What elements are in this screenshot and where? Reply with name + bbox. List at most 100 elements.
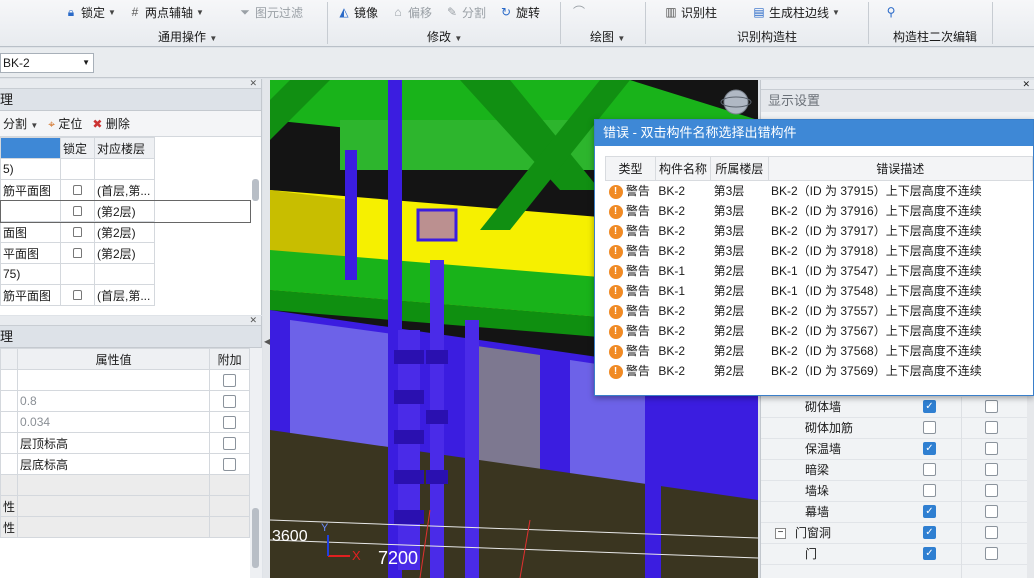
property-scrollbar[interactable]	[250, 348, 262, 578]
property-extra-cell[interactable]	[209, 432, 250, 454]
error-row[interactable]: ! 警告 BK-2 第3层 BK-2（ID 为 37918）上下层高度不连续	[606, 241, 1033, 261]
error-component-name[interactable]: BK-2	[655, 241, 710, 261]
split-menu[interactable]: 分割 ▼	[3, 115, 38, 132]
layer-lock-cell[interactable]	[60, 284, 95, 306]
property-row[interactable]: 层顶标高	[0, 432, 250, 454]
error-component-name[interactable]: BK-2	[655, 221, 710, 241]
layer-row[interactable]: 筋平面图 (首层,第...	[0, 179, 250, 201]
generate-edge-button[interactable]: ▤ 生成柱边线 ▼	[752, 3, 840, 21]
extra-checkbox[interactable]	[223, 374, 237, 388]
column-header-value[interactable]: 属性值	[17, 348, 211, 370]
show-checkbox[interactable]: ✓	[923, 547, 936, 560]
error-row[interactable]: ! 警告 BK-2 第2层 BK-2（ID 为 37567）上下层高度不连续	[606, 321, 1033, 341]
property-row[interactable]: 性	[0, 495, 250, 517]
offset-button[interactable]: ⌂ 偏移	[391, 3, 432, 21]
display-tree-item[interactable]: 门 ✓	[761, 544, 1034, 565]
rotate-button[interactable]: ↻ 旋转	[499, 3, 540, 21]
property-value[interactable]: 0.034	[17, 411, 211, 433]
show-checkbox[interactable]	[923, 463, 936, 476]
extra-checkbox[interactable]	[223, 437, 237, 451]
show-checkbox[interactable]: ✓	[923, 442, 936, 455]
layer-lock-cell[interactable]	[60, 158, 95, 180]
show-checkbox[interactable]: ✓	[923, 526, 936, 539]
display-tree-item[interactable]: 暗梁	[761, 460, 1034, 481]
error-row[interactable]: ! 警告 BK-2 第3层 BK-2（ID 为 37915）上下层高度不连续	[606, 181, 1033, 201]
property-row[interactable]: 性	[0, 516, 250, 538]
column-header-extra[interactable]: 附加	[209, 348, 250, 370]
display-scrollbar[interactable]	[1027, 380, 1034, 578]
panel-close[interactable]: ✕	[0, 79, 261, 89]
extra-checkbox[interactable]	[223, 416, 237, 430]
error-row[interactable]: ! 警告 BK-2 第2层 BK-2（ID 为 37557）上下层高度不连续	[606, 301, 1033, 321]
split-button[interactable]: ✎ 分割	[445, 3, 486, 21]
property-extra-cell[interactable]	[209, 369, 250, 391]
error-row[interactable]: ! 警告 BK-2 第2层 BK-2（ID 为 37568）上下层高度不连续	[606, 341, 1033, 361]
property-row[interactable]	[0, 369, 250, 391]
name-checkbox[interactable]	[985, 442, 998, 455]
show-checkbox[interactable]	[923, 421, 936, 434]
layer-row[interactable]: 75)	[0, 263, 250, 285]
layer-scrollbar[interactable]	[250, 139, 262, 315]
property-row[interactable]: 0.034	[0, 411, 250, 433]
property-value[interactable]	[17, 369, 211, 391]
locate-button[interactable]: ⌖ 定位	[48, 115, 82, 132]
error-component-name[interactable]: BK-2	[655, 181, 710, 201]
show-checkbox[interactable]: ✓	[923, 505, 936, 518]
property-extra-cell[interactable]	[209, 516, 250, 538]
layer-row[interactable]: 面图 (第2层)	[0, 221, 250, 243]
name-checkbox[interactable]	[985, 505, 998, 518]
display-tree-item[interactable]: 幕墙 ✓	[761, 502, 1034, 523]
error-row[interactable]: ! 警告 BK-2 第2层 BK-2（ID 为 37569）上下层高度不连续	[606, 361, 1033, 381]
draw-arc-button[interactable]: ⌒	[572, 3, 586, 21]
error-row[interactable]: ! 警告 BK-1 第2层 BK-1（ID 为 37548）上下层高度不连续	[606, 281, 1033, 301]
display-tree-item[interactable]: 砌体墙 ✓	[761, 397, 1034, 418]
delete-button[interactable]: ✖ 删除	[92, 115, 129, 132]
layer-lock-cell[interactable]	[60, 200, 95, 222]
show-checkbox[interactable]	[923, 484, 936, 497]
property-value[interactable]: 层底标高	[17, 453, 211, 475]
error-component-name[interactable]: BK-2	[655, 341, 710, 361]
extra-checkbox[interactable]	[223, 458, 237, 472]
property-value[interactable]	[17, 474, 211, 496]
layer-row[interactable]: 筋平面图 (首层,第...	[0, 284, 250, 306]
error-row[interactable]: ! 警告 BK-2 第3层 BK-2（ID 为 37917）上下层高度不连续	[606, 221, 1033, 241]
layer-row[interactable]: (第2层)	[0, 199, 251, 223]
column-header-floor[interactable]: 对应楼层	[94, 137, 155, 159]
component-select[interactable]: BK-2 ▼	[0, 53, 94, 73]
layer-lock-cell[interactable]	[60, 221, 95, 243]
column-header-lock[interactable]: 锁定	[60, 137, 95, 159]
property-extra-cell[interactable]	[209, 390, 250, 412]
lock-button[interactable]: 🔒︎ 锁定 ▼	[64, 3, 116, 21]
property-extra-cell[interactable]	[209, 474, 250, 496]
name-checkbox[interactable]	[985, 547, 998, 560]
column-header-name[interactable]: 构件名称	[654, 156, 712, 181]
splitter[interactable]: ◀	[263, 79, 270, 578]
error-component-name[interactable]: BK-2	[655, 321, 710, 341]
panel-close[interactable]: ✕	[761, 80, 1034, 90]
name-checkbox[interactable]	[985, 484, 998, 497]
display-tree-item[interactable]: 墙垛	[761, 481, 1034, 502]
filter-button[interactable]: ⏷ 图元过滤	[238, 3, 303, 21]
mirror-button[interactable]: ◭ 镜像	[337, 3, 378, 21]
column-header-name[interactable]	[0, 137, 61, 159]
property-extra-cell[interactable]	[209, 411, 250, 433]
property-value[interactable]	[17, 516, 211, 538]
layer-lock-cell[interactable]	[60, 179, 95, 201]
collapse-icon[interactable]: −	[775, 528, 786, 539]
name-checkbox[interactable]	[985, 400, 998, 413]
layer-lock-cell[interactable]	[60, 242, 95, 264]
layer-row[interactable]: 平面图 (第2层)	[0, 242, 250, 264]
property-extra-cell[interactable]	[209, 495, 250, 517]
error-component-name[interactable]: BK-2	[655, 361, 710, 381]
property-value[interactable]: 0.8	[17, 390, 211, 412]
recognize-column-button[interactable]: ▥ 识别柱	[664, 3, 717, 21]
display-tree-item[interactable]: 砌体加筋	[761, 418, 1034, 439]
property-value[interactable]: 层顶标高	[17, 432, 211, 454]
error-row[interactable]: ! 警告 BK-2 第3层 BK-2（ID 为 37916）上下层高度不连续	[606, 201, 1033, 221]
property-row[interactable]	[0, 474, 250, 496]
error-row[interactable]: ! 警告 BK-1 第2层 BK-1（ID 为 37547）上下层高度不连续	[606, 261, 1033, 281]
column-edit-button[interactable]: ⚲	[884, 3, 898, 21]
layer-lock-cell[interactable]	[60, 263, 95, 285]
display-tree-item[interactable]: 保温墙 ✓	[761, 439, 1034, 460]
property-extra-cell[interactable]	[209, 453, 250, 475]
